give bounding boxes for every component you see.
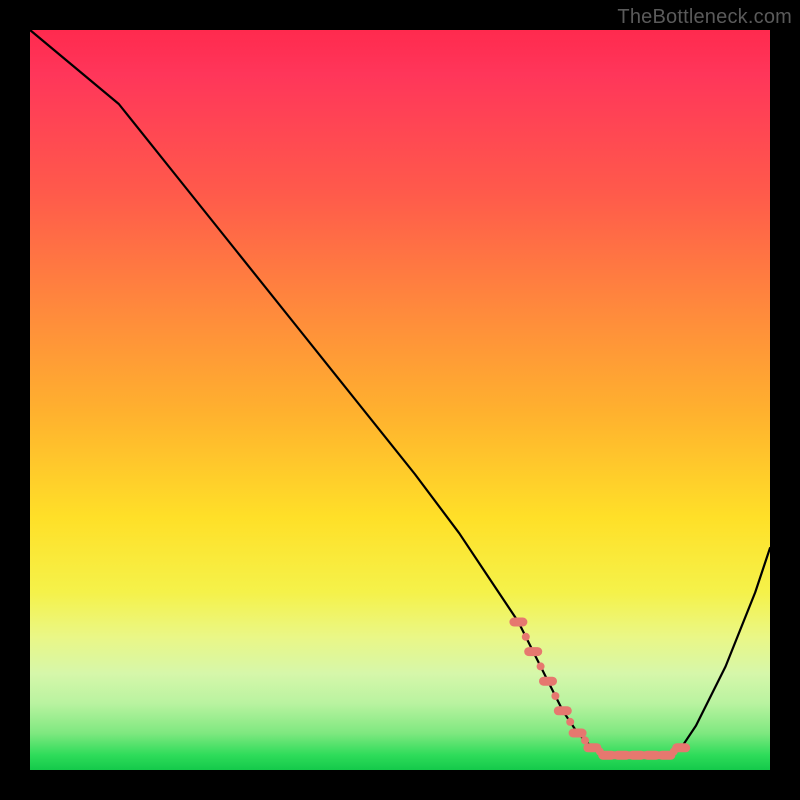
bottleneck-curve [30, 30, 770, 755]
marker-dot [551, 692, 559, 700]
marker-dot [581, 736, 589, 744]
chart-frame: TheBottleneck.com [0, 0, 800, 800]
marker-dash [672, 743, 690, 752]
marker-dash [509, 618, 527, 627]
marker-dot [522, 633, 530, 641]
marker-dash [524, 647, 542, 656]
marker-dash [539, 677, 557, 686]
marker-dash [569, 729, 587, 738]
marker-dot [537, 662, 545, 670]
marker-group [509, 618, 690, 760]
curve-layer [30, 30, 770, 770]
marker-dot [566, 718, 574, 726]
watermark-text: TheBottleneck.com [617, 6, 792, 29]
marker-dash [554, 706, 572, 715]
plot-area [30, 30, 770, 770]
